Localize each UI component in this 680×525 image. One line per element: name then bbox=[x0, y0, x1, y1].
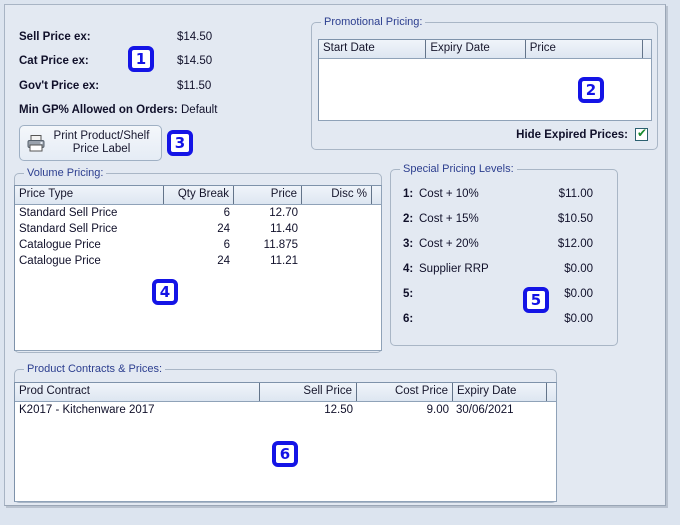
volume-cell-qty-break: 24 bbox=[217, 255, 230, 267]
table-row[interactable]: Catalogue Price 6 11.875 bbox=[15, 237, 381, 253]
contracts-cell-expiry-date: 30/06/2021 bbox=[456, 404, 514, 416]
spl-amount: $10.50 bbox=[557, 213, 593, 225]
spl-amount: $0.00 bbox=[564, 263, 593, 275]
spl-name: Cost + 15% bbox=[419, 213, 479, 225]
volume-col-filler bbox=[372, 186, 381, 204]
cat-price-label: Cat Price ex: bbox=[19, 55, 89, 67]
contracts-grid-body: K2017 - Kitchenware 2017 12.50 9.00 30/0… bbox=[15, 402, 556, 418]
printer-icon bbox=[26, 134, 46, 152]
spl-name: Cost + 10% bbox=[419, 188, 479, 200]
promotional-col-price[interactable]: Price bbox=[526, 40, 643, 58]
volume-col-disc[interactable]: Disc % bbox=[302, 186, 372, 204]
min-gp-label: Min GP% Allowed on Orders: bbox=[19, 104, 178, 116]
contracts-cell-sell-price: 12.50 bbox=[324, 404, 353, 416]
marker-badge-6: 6 bbox=[272, 441, 298, 467]
marker-badge-5: 5 bbox=[523, 287, 549, 313]
marker-badge-4: 4 bbox=[152, 279, 178, 305]
hide-expired-prices-row: Hide Expired Prices: ✔ bbox=[516, 126, 648, 141]
cat-price-value: $14.50 bbox=[177, 55, 213, 67]
contracts-cell-cost-price: 9.00 bbox=[426, 404, 449, 416]
print-product-shelf-price-label-button[interactable]: Print Product/Shelf Price Label bbox=[19, 125, 162, 161]
print-button-line2: Price Label bbox=[72, 143, 131, 155]
spl-amount: $11.00 bbox=[558, 188, 593, 200]
contracts-grid-header: Prod Contract Sell Price Cost Price Expi… bbox=[15, 383, 556, 402]
table-row[interactable]: Catalogue Price 24 11.21 bbox=[15, 253, 381, 269]
volume-cell-qty-break: 6 bbox=[223, 239, 230, 251]
promotional-col-start-date[interactable]: Start Date bbox=[319, 40, 427, 58]
volume-cell-qty-break: 6 bbox=[223, 207, 230, 219]
volume-cell-price: 11.875 bbox=[263, 239, 298, 251]
hide-expired-prices-label: Hide Expired Prices: bbox=[516, 128, 628, 141]
special-pricing-levels-title: Special Pricing Levels: bbox=[400, 163, 517, 175]
volume-pricing-grid[interactable]: Price Type Qty Break Price Disc % Standa… bbox=[14, 185, 382, 351]
promotional-col-filler bbox=[643, 40, 651, 58]
volume-cell-price-type: Catalogue Price bbox=[19, 239, 101, 251]
print-button-label: Print Product/Shelf Price Label bbox=[46, 130, 161, 156]
print-button-line1: Print Product/Shelf bbox=[53, 130, 150, 142]
volume-cell-price: 11.21 bbox=[270, 255, 298, 267]
contracts-col-filler bbox=[547, 383, 556, 401]
spl-name: Supplier RRP bbox=[419, 263, 489, 275]
contracts-col-cost-price[interactable]: Cost Price bbox=[357, 383, 453, 401]
spl-name: Cost + 20% bbox=[419, 238, 479, 250]
volume-grid-body: Standard Sell Price 6 12.70 Standard Sel… bbox=[15, 205, 381, 269]
promotional-col-expiry-date[interactable]: Expiry Date bbox=[426, 40, 526, 58]
spl-number: 4: bbox=[403, 263, 414, 275]
volume-cell-price-type: Catalogue Price bbox=[19, 255, 101, 267]
list-item[interactable]: 3: Cost + 20% $12.00 bbox=[403, 238, 593, 254]
sell-price-value: $14.50 bbox=[177, 31, 213, 43]
hide-expired-prices-checkbox[interactable]: ✔ bbox=[635, 126, 648, 141]
special-pricing-levels-group: Special Pricing Levels: 1: Cost + 10% $1… bbox=[390, 163, 618, 346]
promotional-grid-header: Start Date Expiry Date Price bbox=[319, 40, 651, 59]
table-row[interactable]: Standard Sell Price 6 12.70 bbox=[15, 205, 381, 221]
spl-number: 3: bbox=[403, 238, 414, 250]
sell-price-label: Sell Price ex: bbox=[19, 31, 91, 43]
promotional-pricing-title: Promotional Pricing: bbox=[321, 16, 426, 28]
marker-badge-1: 1 bbox=[128, 46, 154, 72]
volume-cell-price: 11.40 bbox=[270, 223, 298, 235]
contracts-col-sell-price[interactable]: Sell Price bbox=[260, 383, 357, 401]
volume-pricing-title: Volume Pricing: bbox=[24, 167, 107, 179]
list-item[interactable]: 6: $0.00 bbox=[403, 313, 593, 329]
spl-number: 2: bbox=[403, 213, 414, 225]
list-item[interactable]: 4: Supplier RRP $0.00 bbox=[403, 263, 593, 279]
contracts-col-prod-contract[interactable]: Prod Contract bbox=[15, 383, 260, 401]
product-contracts-title: Product Contracts & Prices: bbox=[24, 363, 166, 375]
spl-amount: $0.00 bbox=[564, 313, 593, 325]
spl-amount: $0.00 bbox=[564, 288, 593, 300]
volume-col-price[interactable]: Price bbox=[234, 186, 302, 204]
volume-cell-price-type: Standard Sell Price bbox=[19, 223, 118, 235]
spl-amount: $12.00 bbox=[557, 238, 593, 250]
spl-number: 1: bbox=[403, 188, 414, 200]
volume-col-price-type[interactable]: Price Type bbox=[15, 186, 164, 204]
pricing-panel: Sell Price ex: $14.50 Cat Price ex: $14.… bbox=[4, 4, 666, 506]
volume-cell-price-type: Standard Sell Price bbox=[19, 207, 118, 219]
min-gp-value: Default bbox=[181, 104, 218, 116]
check-icon: ✔ bbox=[637, 126, 648, 140]
list-item[interactable]: 5: $0.00 bbox=[403, 288, 593, 304]
volume-cell-price: 12.70 bbox=[269, 207, 298, 219]
list-item[interactable]: 2: Cost + 15% $10.50 bbox=[403, 213, 593, 229]
govt-price-label: Gov't Price ex: bbox=[19, 80, 100, 92]
volume-col-qty-break[interactable]: Qty Break bbox=[164, 186, 234, 204]
volume-grid-header: Price Type Qty Break Price Disc % bbox=[15, 186, 381, 205]
contracts-cell-prod-contract: K2017 - Kitchenware 2017 bbox=[19, 404, 155, 416]
marker-badge-2: 2 bbox=[578, 77, 604, 103]
govt-price-value: $11.50 bbox=[177, 80, 212, 92]
table-row[interactable]: K2017 - Kitchenware 2017 12.50 9.00 30/0… bbox=[15, 402, 556, 418]
list-item[interactable]: 1: Cost + 10% $11.00 bbox=[403, 188, 593, 204]
table-row[interactable]: Standard Sell Price 24 11.40 bbox=[15, 221, 381, 237]
spl-number: 6: bbox=[403, 313, 414, 325]
contracts-col-expiry-date[interactable]: Expiry Date bbox=[453, 383, 547, 401]
volume-cell-qty-break: 24 bbox=[217, 223, 230, 235]
spl-number: 5: bbox=[403, 288, 414, 300]
marker-badge-3: 3 bbox=[167, 130, 193, 156]
